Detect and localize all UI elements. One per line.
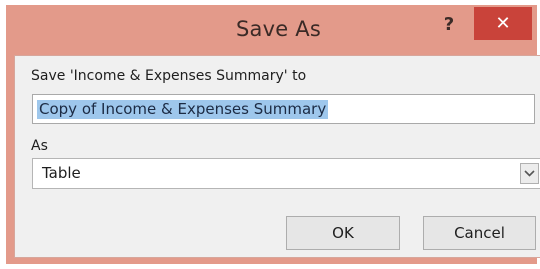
object-type-value: Table <box>42 164 81 182</box>
dropdown-arrow-button[interactable] <box>520 163 539 184</box>
dialog-body: Save 'Income & Expenses Summary' to Copy… <box>14 55 540 258</box>
cancel-button[interactable]: Cancel <box>423 216 536 250</box>
save-to-label: Save 'Income & Expenses Summary' to <box>31 68 307 84</box>
as-label: As <box>31 138 48 154</box>
ok-button[interactable]: OK <box>286 216 400 250</box>
close-button[interactable]: ✕ <box>474 7 532 40</box>
title-bar[interactable]: Save As ? ✕ <box>6 5 537 53</box>
chevron-down-icon <box>524 170 535 177</box>
save-as-dialog: Save As ? ✕ Save 'Income & Expenses Summ… <box>6 5 540 264</box>
object-type-select[interactable]: Table <box>32 158 540 189</box>
name-input-selected-text: Copy of Income & Expenses Summary <box>37 100 329 119</box>
name-input[interactable]: Copy of Income & Expenses Summary <box>32 94 535 124</box>
help-button[interactable]: ? <box>434 11 464 39</box>
